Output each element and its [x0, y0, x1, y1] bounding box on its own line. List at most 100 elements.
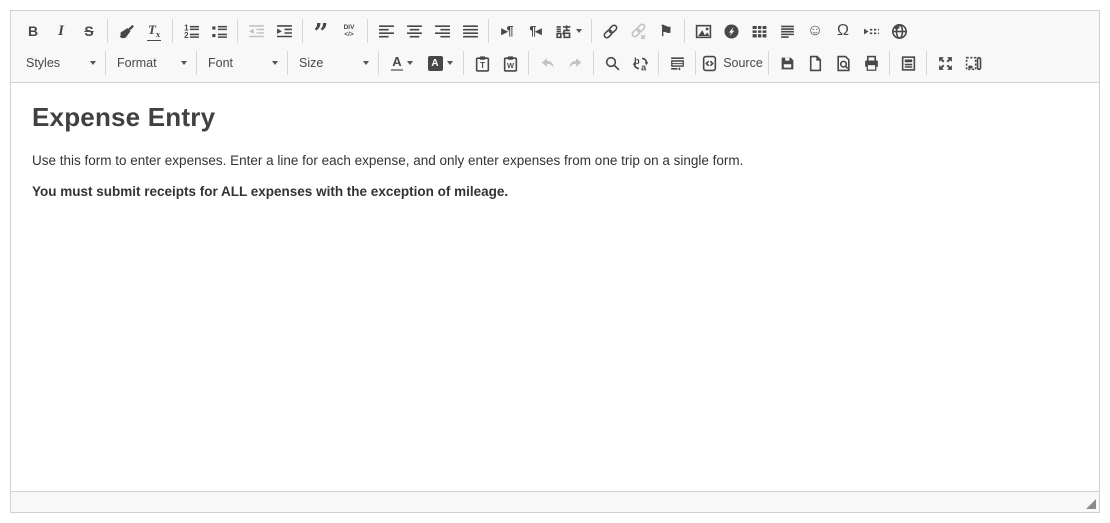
dropdown-caret-icon: [272, 61, 278, 65]
toolbar-separator: [591, 19, 592, 43]
magnifier-icon: [604, 55, 621, 72]
globe-icon: [891, 23, 908, 40]
flash-icon: [723, 23, 740, 40]
find-button[interactable]: [598, 50, 626, 76]
remove-format-icon: Tx: [147, 22, 161, 41]
text-direction-rtl-button[interactable]: ¶◂: [521, 18, 549, 44]
numbered-list-button[interactable]: 1 2: [177, 18, 205, 44]
align-center-button[interactable]: [400, 18, 428, 44]
flag-icon: ⚑: [659, 24, 672, 39]
show-blocks-button[interactable]: [959, 50, 987, 76]
image-icon: [695, 23, 712, 40]
link-icon: [602, 23, 619, 40]
create-div-button[interactable]: DIV</>: [335, 18, 363, 44]
templates-button[interactable]: [894, 50, 922, 76]
strikethrough-icon: S: [84, 24, 93, 38]
dropdown-caret-icon: [576, 29, 582, 33]
remove-format-button[interactable]: Tx: [140, 18, 168, 44]
editor-content[interactable]: Expense Entry Use this form to enter exp…: [11, 83, 1099, 491]
italic-icon: I: [58, 24, 64, 39]
align-right-button[interactable]: [428, 18, 456, 44]
paste-as-text-button[interactable]: T: [468, 50, 496, 76]
italic-button[interactable]: I: [47, 18, 75, 44]
resize-handle-icon[interactable]: [1086, 499, 1096, 509]
toolbar-separator: [237, 19, 238, 43]
increase-indent-button[interactable]: [270, 18, 298, 44]
horizontal-rule-button[interactable]: [773, 18, 801, 44]
paste-from-word-button[interactable]: W: [496, 50, 524, 76]
paste-text-icon: T: [474, 55, 491, 72]
justify-button[interactable]: [456, 18, 484, 44]
maximize-icon: [937, 55, 954, 72]
text-direction-ltr-button[interactable]: ▸¶: [493, 18, 521, 44]
redo-button: [561, 50, 589, 76]
maximize-button[interactable]: [931, 50, 959, 76]
smiley-icon: ☺: [807, 23, 823, 39]
blockquote-button[interactable]: ”: [307, 18, 335, 44]
rich-text-editor: B I S Tx 1 2: [10, 10, 1100, 513]
preview-icon: [835, 55, 852, 72]
toolbar-separator: [695, 51, 696, 75]
bold-button[interactable]: B: [19, 18, 47, 44]
omega-icon: Ω: [837, 23, 849, 39]
special-character-button[interactable]: Ω: [829, 18, 857, 44]
image-button[interactable]: [689, 18, 717, 44]
source-button[interactable]: Source: [700, 50, 764, 76]
font-dropdown[interactable]: Font: [201, 50, 283, 76]
smiley-button[interactable]: ☺: [801, 18, 829, 44]
dropdown-caret-icon: [407, 61, 413, 65]
strikethrough-button[interactable]: S: [75, 18, 103, 44]
copy-formatting-button[interactable]: [112, 18, 140, 44]
unlink-button: [624, 18, 652, 44]
print-button[interactable]: [857, 50, 885, 76]
background-color-button[interactable]: A: [421, 50, 459, 76]
bold-icon: B: [28, 24, 38, 38]
replace-button[interactable]: b a: [626, 50, 654, 76]
select-all-button[interactable]: [663, 50, 691, 76]
paste-word-icon: W: [502, 55, 519, 72]
justify-icon: [462, 23, 479, 40]
flash-button[interactable]: [717, 18, 745, 44]
source-icon: [701, 55, 718, 72]
language-button[interactable]: [549, 18, 587, 44]
ltr-icon: ▸¶: [501, 25, 512, 38]
bulleted-list-icon: [211, 23, 228, 40]
align-right-icon: [434, 23, 451, 40]
redo-icon: [567, 55, 584, 72]
table-button[interactable]: [745, 18, 773, 44]
align-left-button[interactable]: [372, 18, 400, 44]
increase-indent-icon: [276, 23, 293, 40]
dropdown-caret-icon: [363, 61, 369, 65]
undo-icon: [539, 55, 556, 72]
styles-dropdown-label: Styles: [26, 56, 60, 70]
size-dropdown[interactable]: Size: [292, 50, 374, 76]
toolbar-separator: [107, 19, 108, 43]
svg-text:W: W: [506, 61, 513, 70]
iframe-button[interactable]: [885, 18, 913, 44]
anchor-button[interactable]: ⚑: [652, 18, 680, 44]
decrease-indent-icon: [248, 23, 265, 40]
preview-button[interactable]: [829, 50, 857, 76]
toolbar-separator: [926, 51, 927, 75]
save-button[interactable]: [773, 50, 801, 76]
undo-button: [533, 50, 561, 76]
styles-dropdown[interactable]: Styles: [19, 50, 101, 76]
text-color-button[interactable]: A: [383, 50, 421, 76]
decrease-indent-button: [242, 18, 270, 44]
link-button[interactable]: [596, 18, 624, 44]
print-icon: [863, 55, 880, 72]
page-break-icon: [863, 23, 880, 40]
toolbar-row-2: Styles Format Font Size A A: [11, 47, 1099, 83]
new-page-button[interactable]: [801, 50, 829, 76]
page-break-button[interactable]: [857, 18, 885, 44]
paintbrush-icon: [118, 23, 135, 40]
div-container-icon: DIV</>: [344, 24, 355, 39]
bulleted-list-button[interactable]: [205, 18, 233, 44]
background-color-icon: A: [428, 56, 443, 71]
format-dropdown[interactable]: Format: [110, 50, 192, 76]
toolbar-row-1: B I S Tx 1 2: [11, 11, 1099, 47]
toolbar-separator: [105, 51, 106, 75]
svg-text:T: T: [480, 61, 485, 70]
dropdown-caret-icon: [447, 61, 453, 65]
format-dropdown-label: Format: [117, 56, 157, 70]
